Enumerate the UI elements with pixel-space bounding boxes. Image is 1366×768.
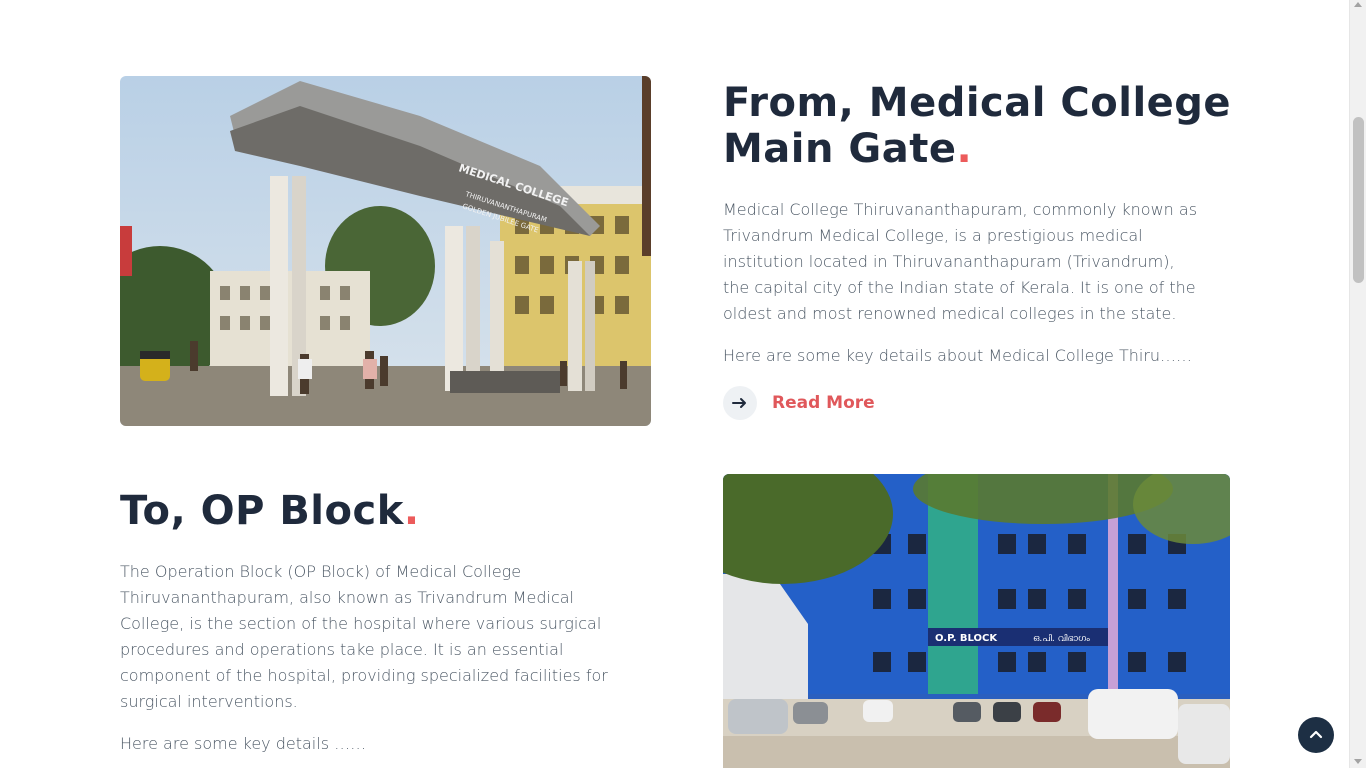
scrollbar-thumb[interactable] [1353,117,1364,283]
main-gate-description: Medical College Thiruvananthapuram, comm… [723,200,1198,323]
read-more-link[interactable]: Read More [723,385,875,421]
main-gate-title: From, Medical College Main Gate. [723,80,1243,172]
scroll-up-icon[interactable] [1354,2,1362,7]
title-accent-dot: . [403,488,420,534]
page-scrollbar[interactable] [1349,0,1366,768]
title-accent-dot: . [956,126,973,172]
arrow-right-icon [723,386,757,420]
op-block-title-text: To, OP Block [120,488,404,534]
op-sign-text: O.P. BLOCK [935,633,998,644]
main-gate-image: MEDICAL COLLEGE THIRUVANANTHAPURAM GOLDE… [120,76,651,426]
op-block-title: To, OP Block. [120,488,640,534]
op-block-excerpt: Here are some key details …… [120,734,367,753]
main-gate-title-text: From, Medical College Main Gate [723,80,1232,172]
page: MEDICAL COLLEGE THIRUVANANTHAPURAM GOLDE… [0,0,1349,768]
op-sign-text-ml: ഒ.പി. വിഭാഗം [1033,633,1090,644]
op-block-description: The Operation Block (OP Block) of Medica… [120,562,608,711]
main-gate-excerpt: Here are some key details about Medical … [723,346,1193,365]
back-to-top-button[interactable] [1298,717,1334,753]
read-more-label: Read More [772,393,875,413]
chevron-up-icon [1309,726,1323,744]
op-block-image: O.P. BLOCK ഒ.പി. വിഭാഗം [723,474,1230,768]
scroll-down-icon[interactable] [1354,759,1362,764]
